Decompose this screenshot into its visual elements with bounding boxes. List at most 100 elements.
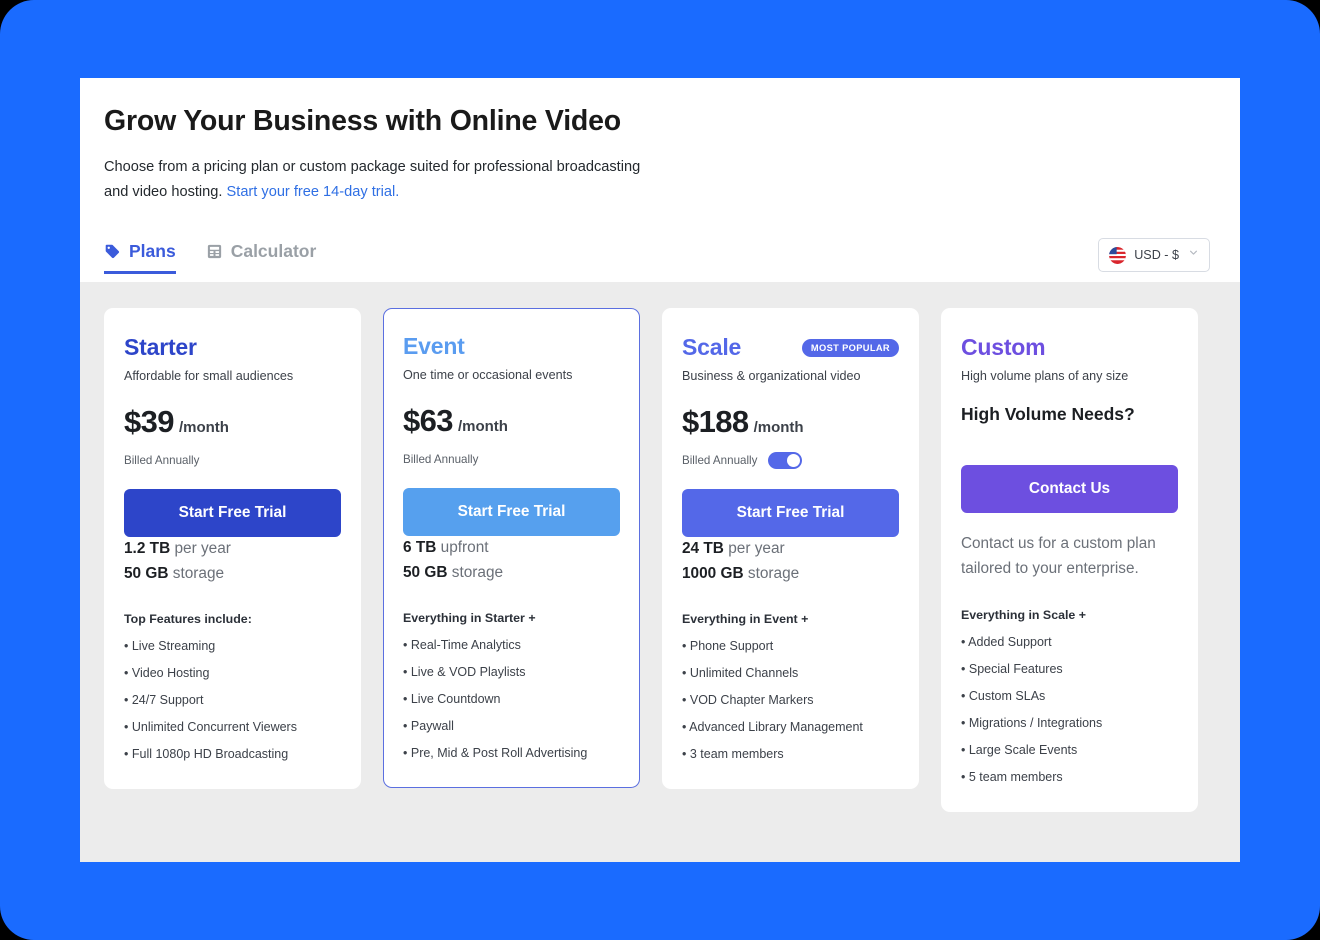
features-title: Everything in Starter + (403, 611, 536, 626)
page-viewport: Grow Your Business with Online Video Cho… (0, 0, 1320, 940)
feature-item: • Live Streaming (124, 639, 216, 654)
tab-plans-label: Plans (129, 240, 176, 261)
spec-value: 6 TB (403, 539, 437, 556)
custom-headline: High Volume Needs? (961, 404, 1135, 424)
feature-item: • Full 1080p HD Broadcasting (124, 747, 289, 762)
plan-name: Event (403, 333, 465, 359)
currency-selector[interactable]: USD - $ (1098, 238, 1210, 273)
page-title: Grow Your Business with Online Video (104, 105, 621, 137)
billing-toggle[interactable] (768, 452, 803, 469)
calculator-icon (206, 243, 223, 260)
plan-price: $39 (124, 404, 175, 439)
price-row: $63 /month (403, 403, 620, 439)
feature-item: • 5 team members (961, 769, 1063, 784)
billing-row: Billed Annually (682, 451, 899, 470)
start-free-trial-button[interactable]: Start Free Trial (403, 488, 620, 536)
feature-item: • Paywall (403, 719, 454, 734)
spec-value: 50 GB (124, 564, 169, 582)
feature-item: • Real-Time Analytics (403, 638, 521, 653)
plan-description: Affordable for small audiences (124, 369, 294, 383)
plan-card-custom[interactable]: Custom High volume plans of any size Hig… (941, 308, 1198, 812)
feature-item: • Advanced Library Management (682, 720, 863, 735)
plan-description: One time or occasional events (403, 368, 573, 382)
feature-item: • Pre, Mid & Post Roll Advertising (403, 746, 588, 761)
spec-value: 1.2 TB (124, 540, 171, 557)
tab-plans[interactable]: Plans (104, 241, 176, 274)
page-subtitle: Choose from a pricing plan or custom pac… (104, 155, 664, 205)
plan-card-event[interactable]: Event One time or occasional events $63 … (383, 308, 640, 789)
plan-spec-bandwidth: 24 TB per year (682, 537, 899, 562)
price-row: $188 /month (682, 404, 899, 440)
billing-label: Billed Annually (403, 453, 479, 466)
billing-row: Billed Annually (403, 450, 620, 469)
spec-label: storage (747, 564, 800, 582)
spec-label: storage (172, 564, 225, 582)
spec-label: per year (728, 540, 785, 557)
spec-value: 24 TB (682, 540, 724, 557)
plan-spec-storage: 1000 GB storage (682, 562, 899, 587)
chevron-down-icon (1187, 246, 1200, 264)
feature-item: • VOD Chapter Markers (682, 693, 814, 708)
spec-value: 1000 GB (682, 564, 744, 582)
price-row: $39 /month (124, 404, 341, 440)
plans-section: Starter Affordable for small audiences $… (80, 282, 1240, 862)
plan-period: /month (178, 419, 229, 436)
spec-label: upfront (440, 539, 489, 556)
plan-spec-storage: 50 GB storage (403, 561, 620, 586)
feature-item: • Added Support (961, 634, 1052, 649)
custom-blurb: Contact us for a custom plan tailored to… (961, 535, 1156, 577)
page-header: Grow Your Business with Online Video Cho… (80, 78, 1240, 276)
spec-value: 50 GB (403, 563, 448, 581)
feature-item: • Large Scale Events (961, 742, 1078, 757)
feature-item: • Unlimited Concurrent Viewers (124, 720, 297, 735)
billing-label: Billed Annually (124, 454, 200, 467)
currency-label: USD - $ (1134, 248, 1179, 263)
tab-list: Plans Calculator (104, 241, 316, 274)
features-title: Everything in Event + (682, 612, 809, 627)
features-title: Top Features include: (124, 612, 252, 627)
feature-item: • Special Features (961, 661, 1063, 676)
plan-name: Custom (961, 334, 1046, 360)
feature-item: • 3 team members (682, 747, 784, 762)
plan-card-starter[interactable]: Starter Affordable for small audiences $… (104, 308, 361, 790)
us-flag-icon (1109, 246, 1127, 264)
tab-calculator-label: Calculator (230, 240, 317, 261)
plan-header: Event (403, 333, 620, 360)
feature-item: • Phone Support (682, 639, 774, 654)
spec-label: per year (174, 540, 231, 557)
contact-us-button[interactable]: Contact Us (961, 465, 1178, 513)
feature-item: • Migrations / Integrations (961, 715, 1103, 730)
start-free-trial-button[interactable]: Start Free Trial (124, 489, 341, 537)
plan-header: Starter (124, 334, 341, 361)
plan-description: High volume plans of any size (961, 369, 1129, 383)
feature-item: • Live & VOD Playlists (403, 665, 526, 680)
plan-spec-storage: 50 GB storage (124, 562, 341, 587)
plan-spec-bandwidth: 6 TB upfront (403, 536, 620, 561)
feature-item: • Custom SLAs (961, 688, 1046, 703)
plan-card-list: Starter Affordable for small audiences $… (104, 308, 1216, 812)
toggle-knob (787, 454, 801, 467)
feature-item: • 24/7 Support (124, 693, 204, 708)
tabs-row: Plans Calculator USD - $ (104, 238, 1216, 276)
plan-name: Scale (682, 334, 742, 360)
plan-name: Starter (124, 334, 197, 360)
feature-item: • Video Hosting (124, 666, 210, 681)
status-badge-most-popular: MOST POPULAR (801, 338, 899, 357)
plan-spec-bandwidth: 1.2 TB per year (124, 537, 341, 562)
plan-header: Scale MOST POPULAR (682, 334, 899, 361)
spec-label: storage (451, 563, 504, 581)
plan-header: Custom (961, 334, 1178, 361)
plan-card-scale[interactable]: Scale MOST POPULAR Business & organizati… (662, 308, 919, 790)
plan-price: $63 (403, 403, 454, 438)
plan-price: $188 (682, 404, 749, 439)
feature-item: • Unlimited Channels (682, 666, 799, 681)
plan-period: /month (457, 418, 508, 435)
start-free-trial-button[interactable]: Start Free Trial (682, 489, 899, 537)
free-trial-link[interactable]: Start your free 14-day trial. (227, 184, 400, 200)
billing-row: Billed Annually (124, 451, 341, 470)
tag-icon (104, 243, 121, 260)
features-title: Everything in Scale + (961, 607, 1086, 622)
feature-item: • Live Countdown (403, 692, 501, 707)
plan-period: /month (753, 419, 804, 436)
tab-calculator[interactable]: Calculator (206, 240, 317, 274)
